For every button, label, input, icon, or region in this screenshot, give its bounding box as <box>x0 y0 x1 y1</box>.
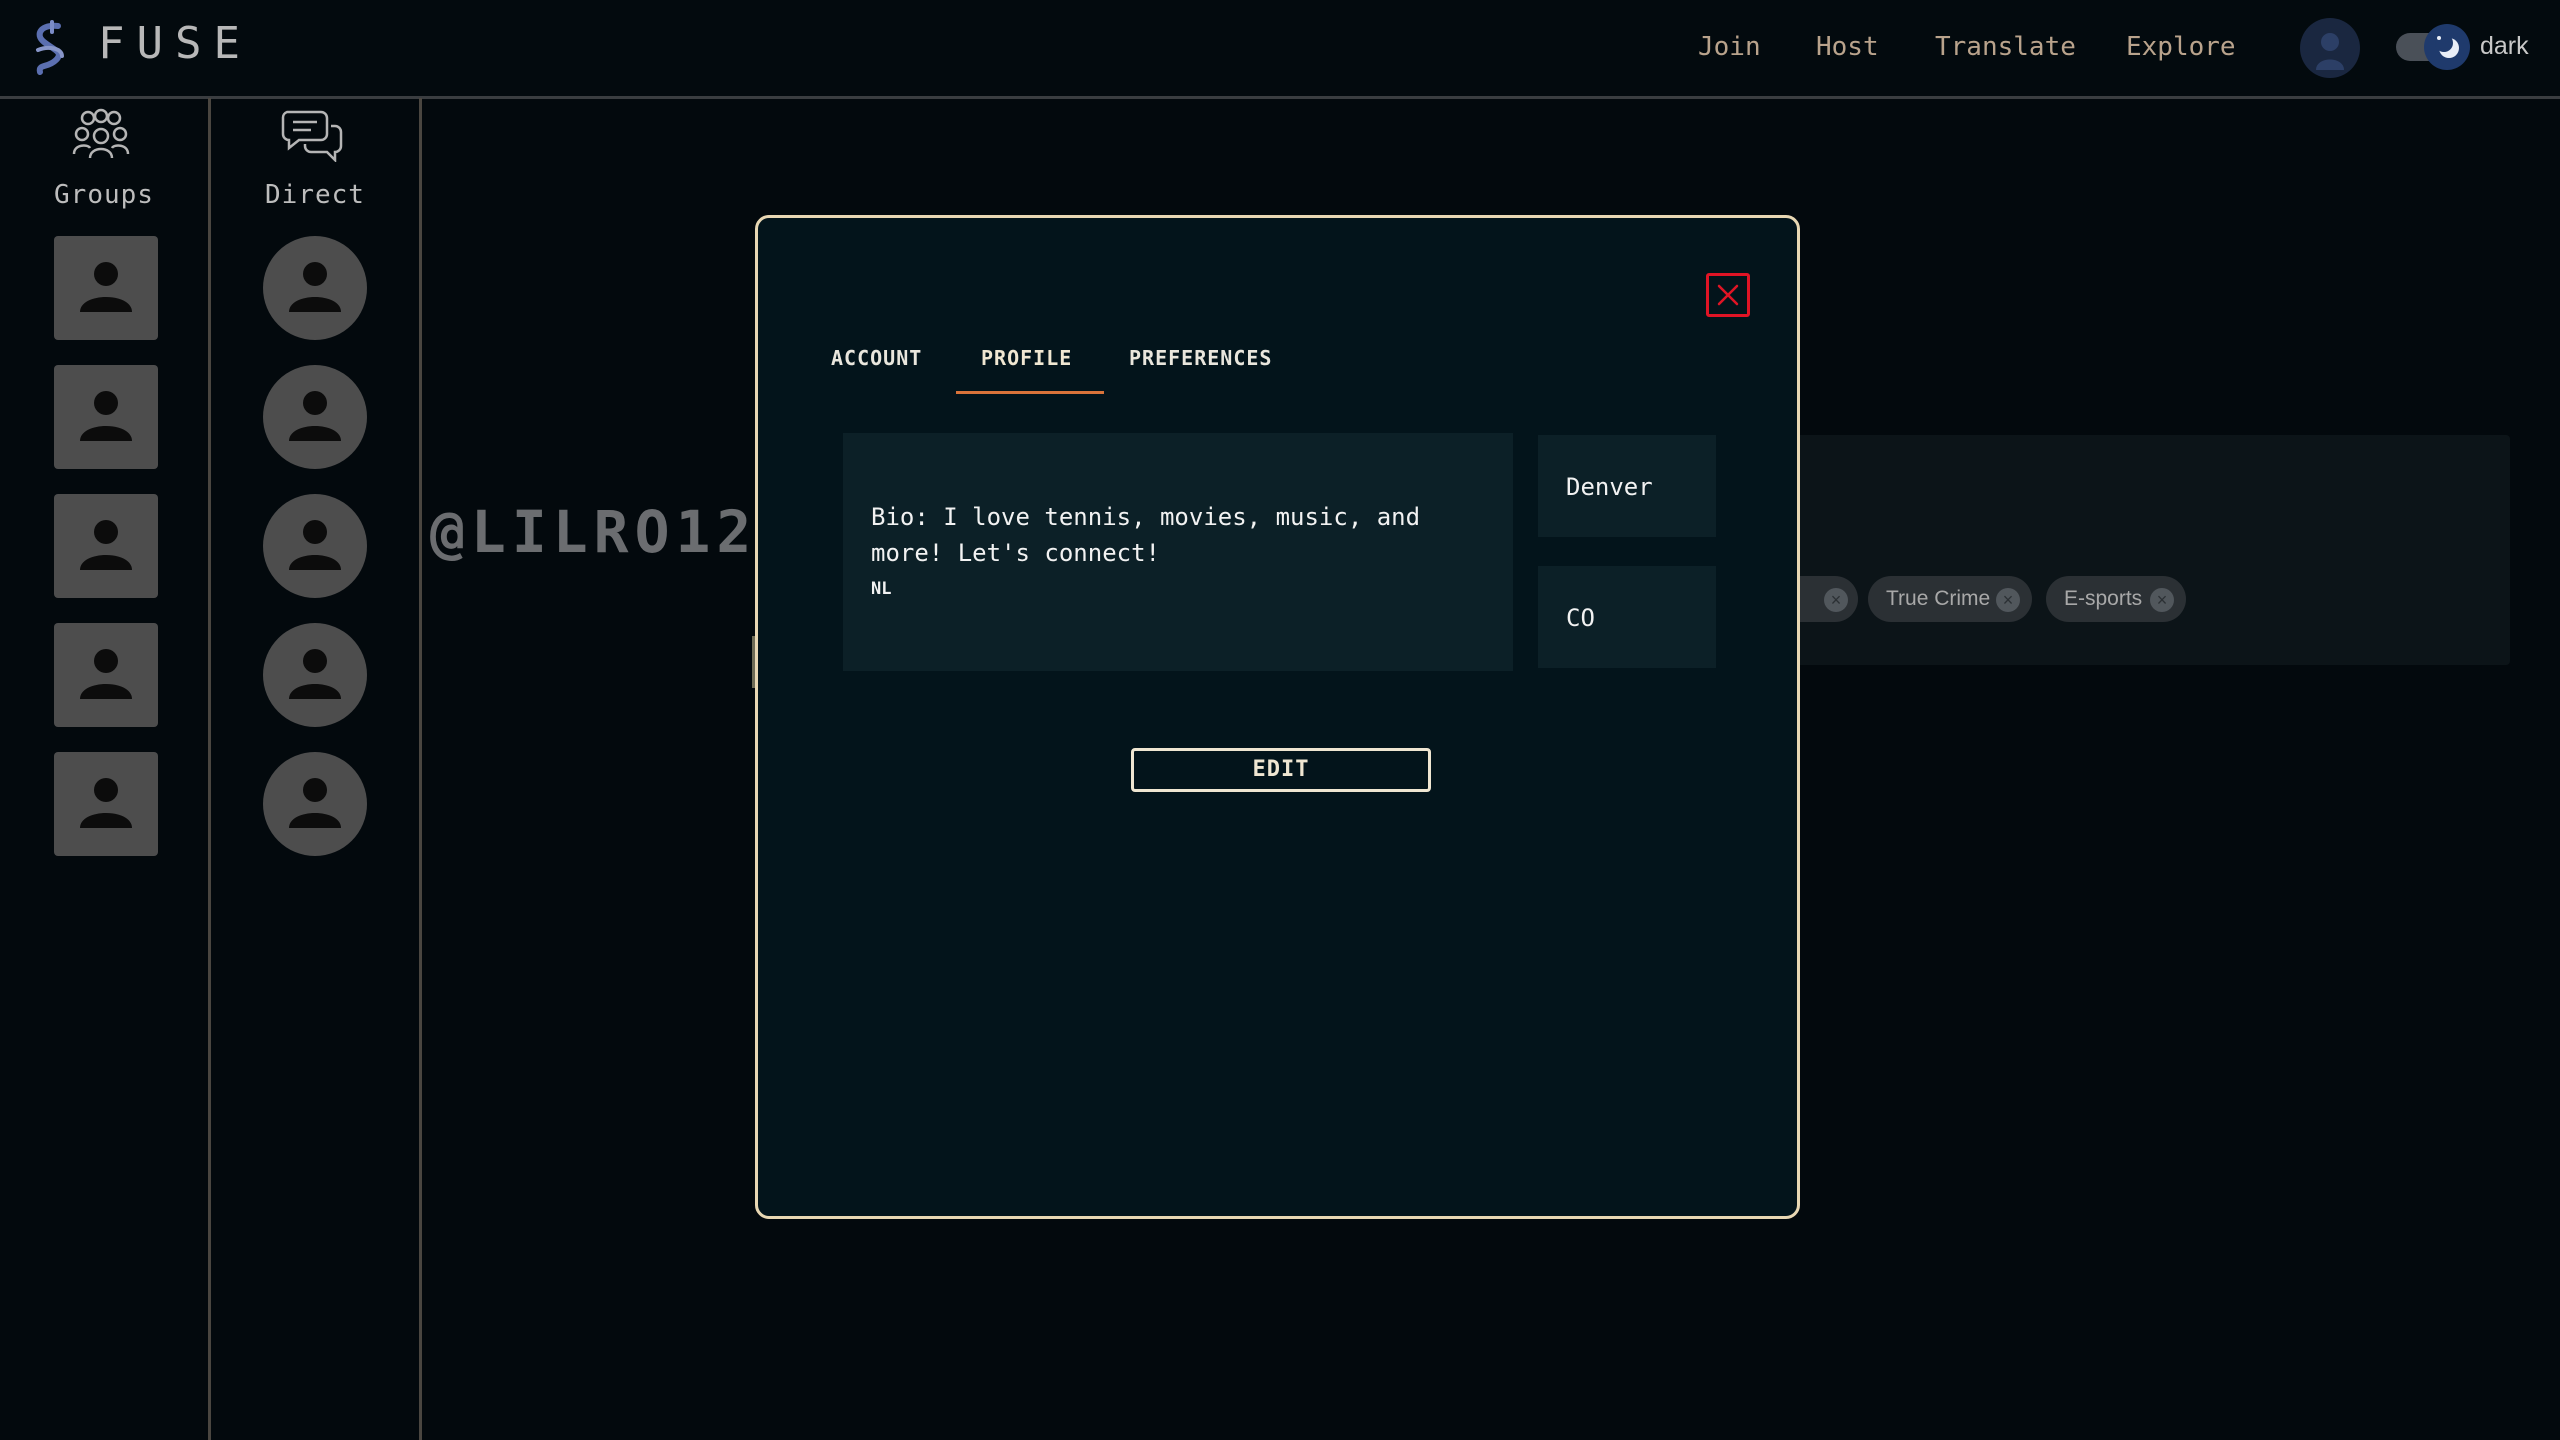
person-icon <box>80 262 132 312</box>
group-avatar[interactable] <box>54 236 158 340</box>
remove-chip-icon[interactable]: × <box>1824 588 1848 612</box>
tab-account[interactable]: ACCOUNT <box>831 346 922 370</box>
person-icon <box>289 262 341 312</box>
groups-icon[interactable] <box>70 106 132 162</box>
bio-field[interactable]: Bio: I love tennis, movies, music, and m… <box>843 433 1513 671</box>
person-icon <box>289 520 341 570</box>
user-avatar-icon[interactable] <box>2300 18 2360 78</box>
direct-avatar[interactable] <box>263 236 367 340</box>
state-value: CO <box>1566 604 1595 632</box>
direct-column: Direct <box>211 98 422 1440</box>
interests-card <box>1790 435 2510 665</box>
nav-join[interactable]: Join <box>1698 32 1761 62</box>
person-icon <box>80 520 132 570</box>
direct-label: Direct <box>265 180 365 210</box>
fuse-logo-icon[interactable] <box>28 20 74 80</box>
group-avatar[interactable] <box>54 365 158 469</box>
top-navbar: FUSE Join Host Translate Explore dark <box>0 0 2560 99</box>
interest-chip-label: True Crime <box>1886 587 1991 610</box>
person-icon <box>80 391 132 441</box>
interest-chip[interactable]: E-sports × <box>2046 576 2186 622</box>
state-field[interactable]: CO <box>1538 566 1716 668</box>
profile-settings-modal: ACCOUNT PROFILE PREFERENCES Bio: I love … <box>755 215 1800 1219</box>
bio-text: Bio: I love tennis, movies, music, and m… <box>871 503 1421 567</box>
nav-host[interactable]: Host <box>1816 32 1879 62</box>
chat-bubbles-icon[interactable] <box>281 106 343 162</box>
profile-handle: @LILRO123 <box>430 498 799 566</box>
nav-explore[interactable]: Explore <box>2126 32 2236 62</box>
groups-column: Groups <box>0 98 211 1440</box>
remove-chip-icon[interactable]: × <box>1996 588 2020 612</box>
interest-chip-label: E-sports <box>2064 587 2143 610</box>
direct-avatar[interactable] <box>263 365 367 469</box>
direct-avatar[interactable] <box>263 494 367 598</box>
edit-button[interactable]: EDIT <box>1131 748 1431 792</box>
nav-translate[interactable]: Translate <box>1935 32 2076 62</box>
person-icon <box>289 391 341 441</box>
group-avatar[interactable] <box>54 494 158 598</box>
city-field[interactable]: Denver <box>1538 435 1716 537</box>
active-tab-indicator <box>956 391 1104 394</box>
close-icon <box>1717 284 1739 306</box>
interest-chip[interactable]: True Crime × <box>1868 576 2032 622</box>
remove-chip-icon[interactable]: × <box>2150 588 2174 612</box>
theme-label: dark <box>2480 32 2529 60</box>
direct-avatar[interactable] <box>263 623 367 727</box>
person-icon <box>289 649 341 699</box>
bio-tag: NL <box>871 579 892 599</box>
group-avatar[interactable] <box>54 623 158 727</box>
close-button[interactable] <box>1706 273 1750 317</box>
person-icon <box>80 649 132 699</box>
person-icon <box>289 778 341 828</box>
brand-name: FUSE <box>98 18 252 69</box>
tab-preferences[interactable]: PREFERENCES <box>1129 346 1272 370</box>
city-value: Denver <box>1566 473 1653 501</box>
moon-icon[interactable] <box>2424 24 2470 70</box>
groups-label: Groups <box>54 180 154 210</box>
tab-profile[interactable]: PROFILE <box>981 346 1072 370</box>
group-avatar[interactable] <box>54 752 158 856</box>
direct-avatar[interactable] <box>263 752 367 856</box>
person-icon <box>80 778 132 828</box>
